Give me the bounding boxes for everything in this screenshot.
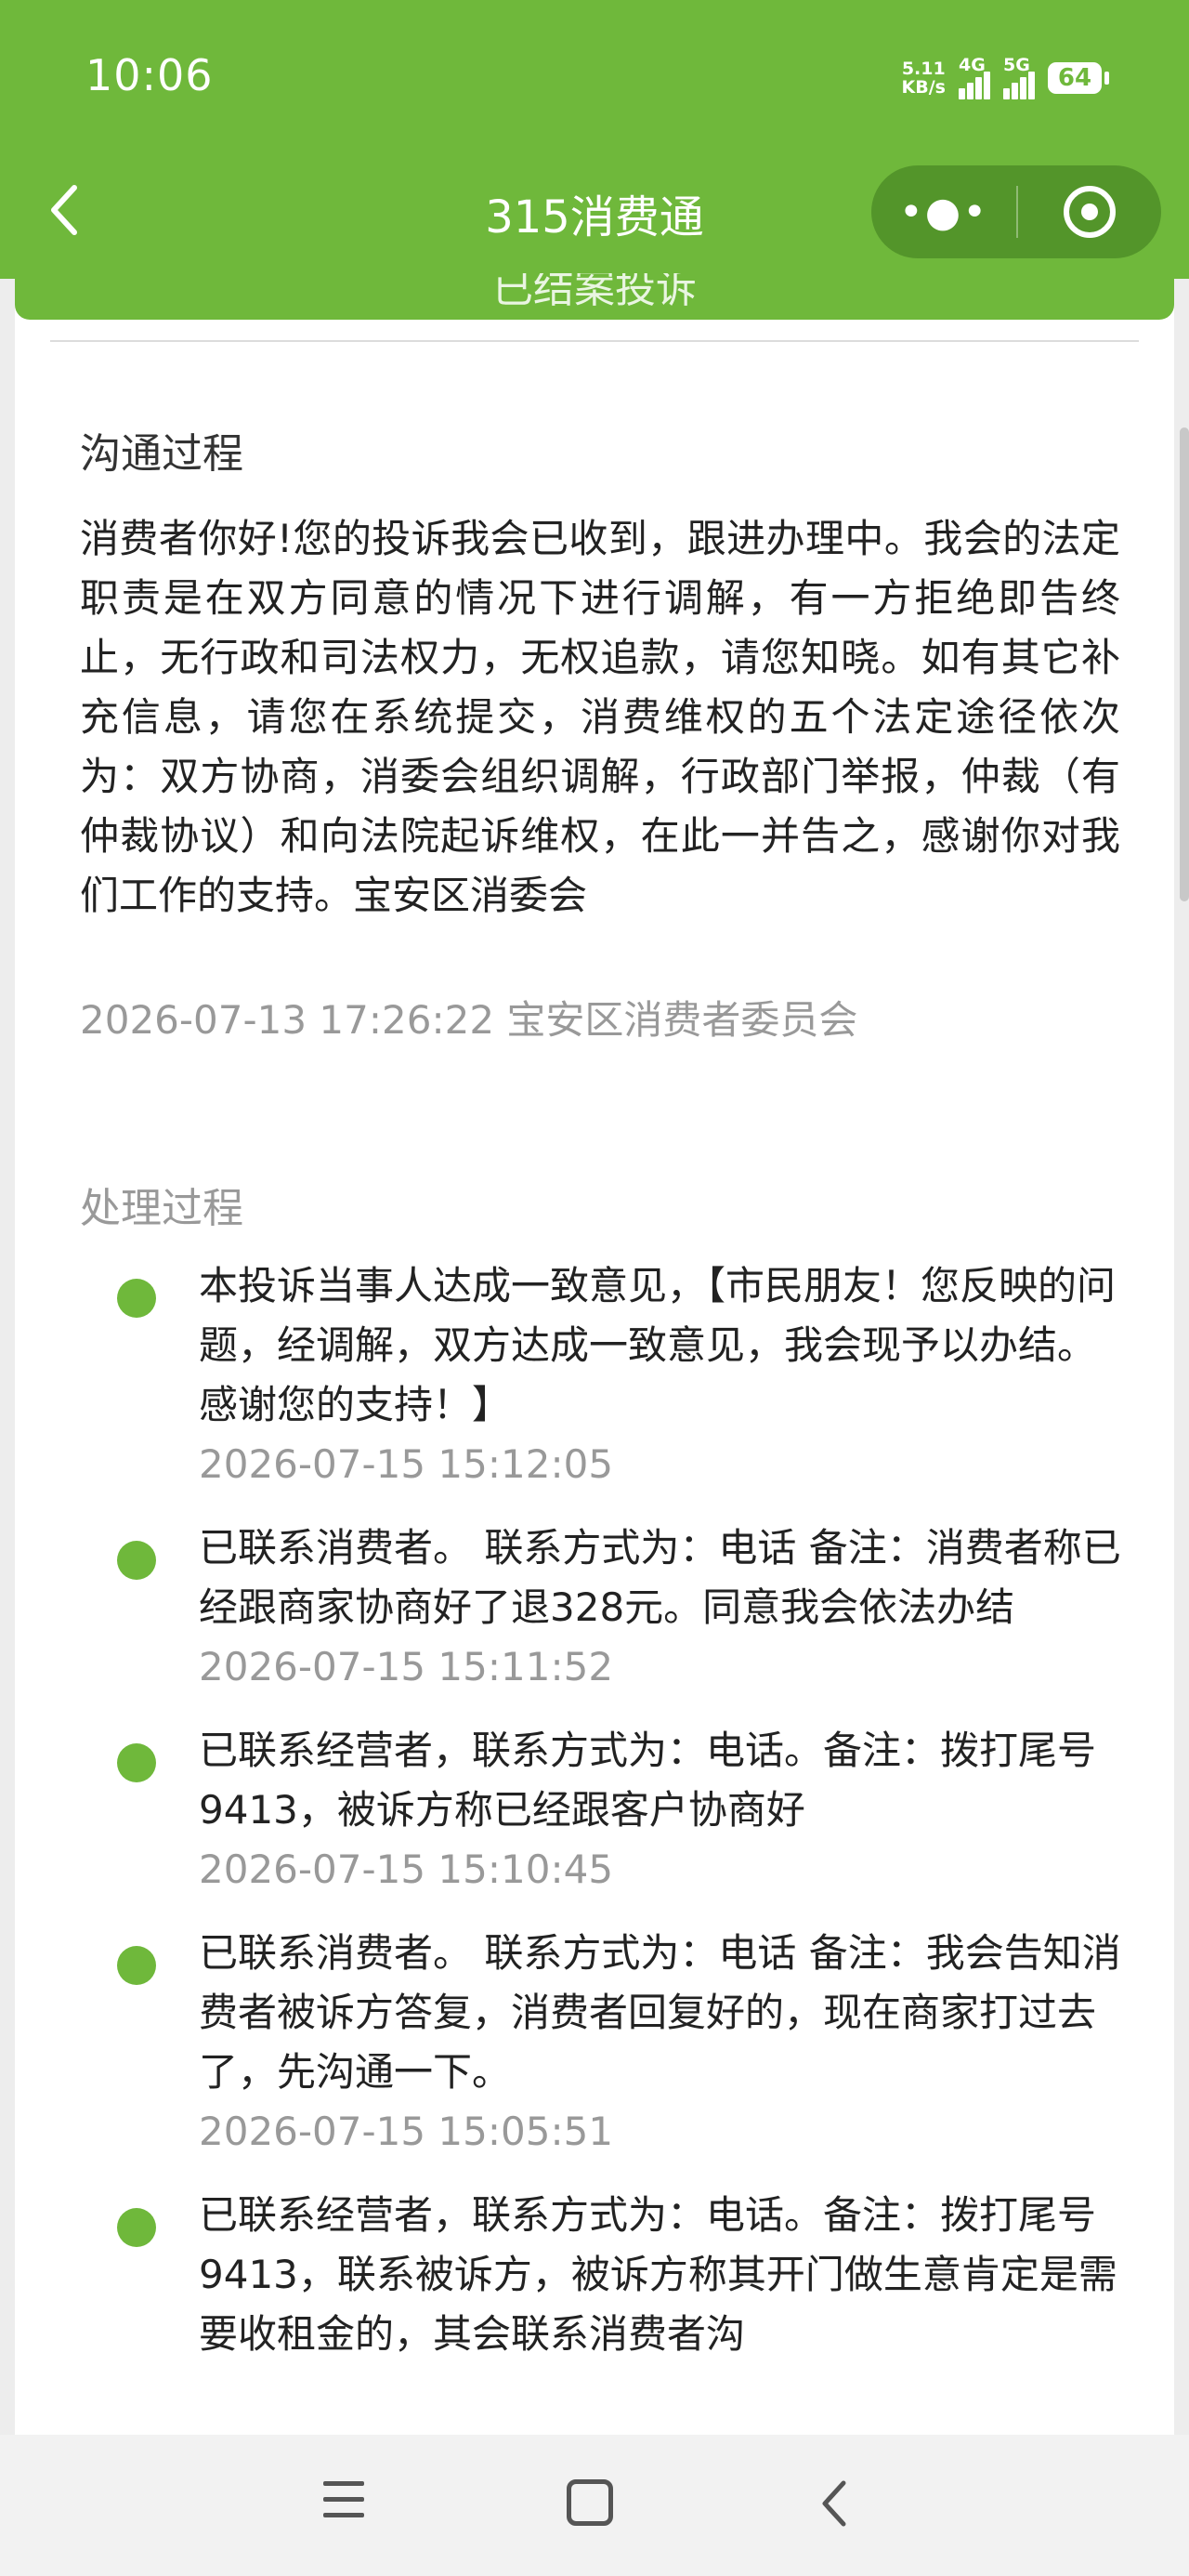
target-circle-icon [1064, 186, 1116, 238]
timeline-item: 本投诉当事人达成一致意见，【市民朋友！您反映的问题，经调解，双方达成一致意见，我… [80, 1256, 1130, 1494]
communication-body: 消费者你好!您的投诉我会已收到，跟进办理中。我会的法定职责是在双方同意的情况下进… [80, 516, 1120, 918]
timeline-item: 已联系消费者。 联系方式为：电话 备注：我会告知消费者被诉方答复，消费者回复好的… [80, 1924, 1130, 2162]
timeline-time: 2026-07-15 15:12:05 [199, 1441, 614, 1487]
timeline-item: 已联系经营者，联系方式为：电话。备注：拨打尾号9413，被诉方称已经跟客户协商好… [80, 1721, 1130, 1899]
timeline-time: 2026-07-15 15:11:52 [199, 1644, 614, 1689]
mini-program-capsule: •●• [871, 165, 1161, 258]
more-dots-icon: •●• [898, 188, 989, 236]
timeline-time: 2026-07-15 15:05:51 [199, 2109, 614, 2154]
signal-5g-icon: 5G [1003, 55, 1035, 99]
status-bar: 10:06 5.11 KB/s 4G 5G 64 [0, 0, 1189, 158]
timeline-dot-icon [117, 1541, 156, 1580]
timeline-item: 已联系经营者，联系方式为：电话。备注：拨打尾号9413，联系被诉方，被诉方称其开… [80, 2186, 1130, 2364]
communication-title: 沟通过程 [80, 430, 243, 478]
timeline-text: 已联系经营者，联系方式为：电话。备注：拨打尾号9413，联系被诉方，被诉方称其开… [199, 2192, 1117, 2357]
divider [50, 340, 1139, 342]
battery-level: 64 [1057, 64, 1092, 92]
processing-title: 处理过程 [80, 1185, 243, 1232]
system-back-button[interactable] [773, 2435, 903, 2576]
processing-timeline: 本投诉当事人达成一致意见，【市民朋友！您反映的问题，经调解，双方达成一致意见，我… [80, 1256, 1130, 2388]
app-screen: 10:06 5.11 KB/s 4G 5G 64 315消费通 •●• 已结案投… [0, 0, 1189, 2576]
communication-meta: 2026-07-13 17:26:22 宝安区消费者委员会 [80, 997, 858, 1043]
menu-icon [323, 2481, 364, 2529]
status-time: 10:06 [85, 50, 214, 100]
home-square-icon [567, 2479, 613, 2526]
back-chevron-icon [822, 2480, 846, 2527]
timeline-text: 已联系消费者。 联系方式为：电话 备注：消费者称已经跟商家协商好了退328元。同… [199, 1525, 1121, 1630]
network-speed-value: 5.11 [901, 59, 946, 79]
network-4g-label: 4G [959, 55, 986, 75]
timeline-dot-icon [117, 1946, 156, 1985]
timeline-text: 已联系经营者，联系方式为：电话。备注：拨打尾号9413，被诉方称已经跟客户协商好 [199, 1728, 1097, 1833]
network-speed: 5.11 KB/s [902, 59, 946, 97]
timeline-text: 已联系消费者。 联系方式为：电话 备注：我会告知消费者被诉方答复，消费者回复好的… [199, 1930, 1121, 2095]
close-mini-program-button[interactable] [1018, 165, 1161, 258]
timeline-time: 2026-07-15 15:10:45 [199, 1847, 614, 1892]
timeline-item: 已联系消费者。 联系方式为：电话 备注：消费者称已经跟商家协商好了退328元。同… [80, 1518, 1130, 1697]
status-banner-text: 已结案投诉 [492, 273, 697, 312]
scrollbar[interactable] [1180, 427, 1189, 901]
home-button[interactable] [526, 2435, 656, 2576]
battery-icon: 64 [1048, 62, 1109, 94]
signal-4g-icon: 4G [959, 55, 990, 99]
more-button[interactable]: •●• [871, 165, 1016, 258]
system-navigation-bar [0, 2435, 1189, 2576]
network-speed-unit: KB/s [901, 77, 946, 98]
network-5g-label: 5G [1003, 55, 1030, 75]
timeline-text: 本投诉当事人达成一致意见，【市民朋友！您反映的问题，经调解，双方达成一致意见，我… [199, 1263, 1117, 1427]
timeline-dot-icon [117, 1743, 156, 1782]
status-icons: 5.11 KB/s 4G 5G 64 [902, 54, 1109, 102]
recent-apps-button[interactable] [279, 2435, 409, 2576]
status-banner: 已结案投诉 [15, 273, 1174, 320]
timeline-dot-icon [117, 1279, 156, 1318]
timeline-dot-icon [117, 2208, 156, 2247]
